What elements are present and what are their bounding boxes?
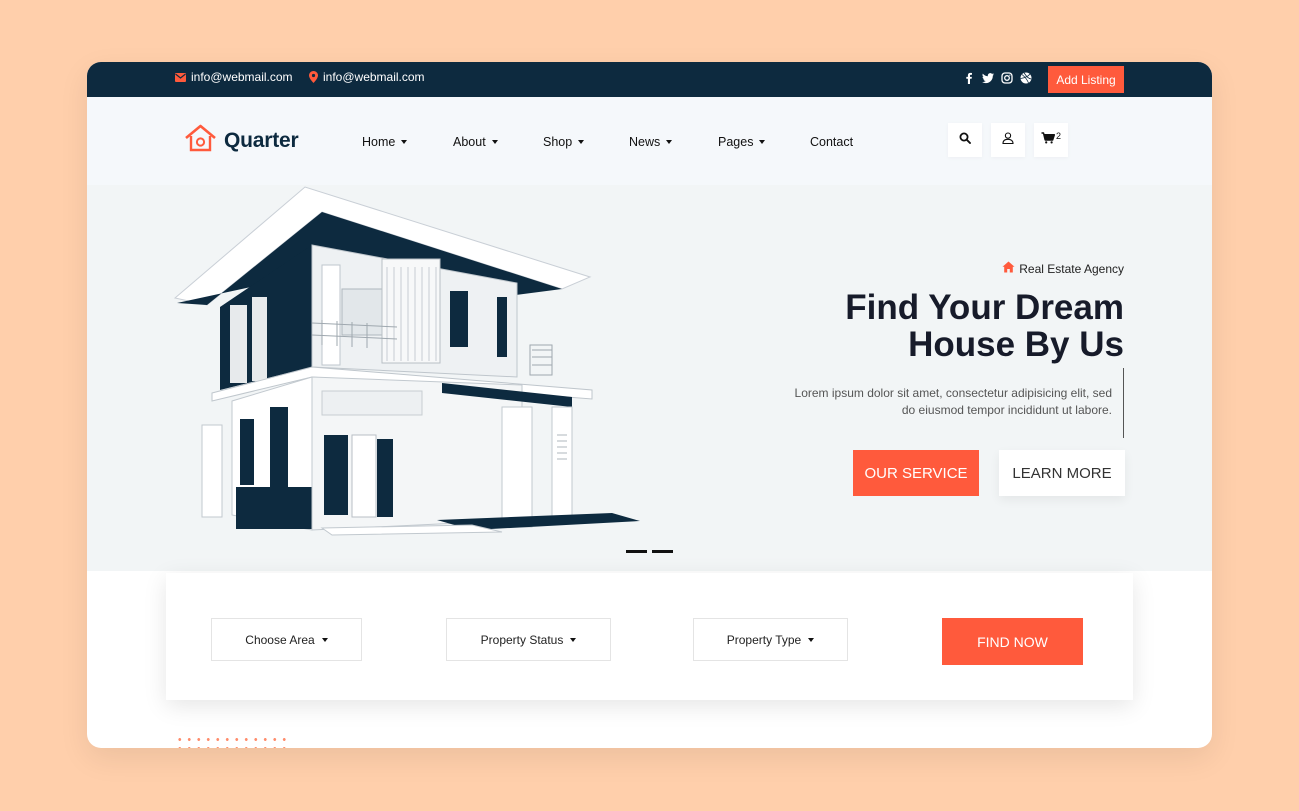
home-icon — [1002, 261, 1015, 276]
map-pin-icon — [309, 71, 318, 83]
our-service-button[interactable]: OUR SERVICE — [853, 450, 979, 496]
select-label: Choose Area — [245, 632, 315, 647]
tagline: Real Estate Agency — [1002, 261, 1124, 276]
hero-title: Find Your Dream House By Us — [724, 289, 1124, 363]
main-header: Quarter Home About Shop News Pages Conta… — [87, 97, 1212, 185]
nav-label: About — [453, 135, 486, 149]
hero-title-line-2: House By Us — [908, 325, 1124, 364]
caret-down-icon — [666, 140, 673, 144]
email-contact-1[interactable]: info@webmail.com — [175, 70, 293, 84]
dribbble-icon[interactable] — [1020, 72, 1032, 84]
slider-indicator-1[interactable] — [626, 550, 647, 553]
nav-item-about[interactable]: About — [453, 135, 498, 149]
caret-down-icon — [578, 140, 585, 144]
cart-count-badge: 2 — [1055, 131, 1061, 141]
choose-area-select[interactable]: Choose Area — [211, 618, 362, 661]
tagline-text: Real Estate Agency — [1019, 261, 1124, 276]
email-text: info@webmail.com — [191, 70, 293, 84]
email-text: info@webmail.com — [323, 70, 425, 84]
nav-item-shop[interactable]: Shop — [543, 135, 585, 149]
nav-label: Contact — [810, 135, 854, 149]
instagram-icon[interactable] — [1001, 72, 1013, 84]
facebook-icon[interactable] — [963, 72, 975, 84]
find-now-button[interactable]: FIND NOW — [942, 618, 1083, 665]
nav-item-contact[interactable]: Contact — [810, 135, 853, 149]
twitter-icon[interactable] — [982, 72, 994, 84]
add-listing-button[interactable]: Add Listing — [1048, 66, 1124, 93]
house-logo-icon — [184, 124, 217, 157]
search-button[interactable] — [948, 123, 982, 157]
caret-down-icon — [491, 140, 498, 144]
cart-icon — [1041, 131, 1056, 149]
search-icon — [959, 131, 971, 149]
nav-label: Home — [362, 135, 396, 149]
top-bar: info@webmail.com info@webmail.com Add Li… — [87, 62, 1212, 97]
property-status-select[interactable]: Property Status — [446, 618, 611, 661]
account-button[interactable] — [991, 123, 1025, 157]
nav-label: News — [629, 135, 661, 149]
slider-indicator-2[interactable] — [652, 550, 673, 553]
description-divider — [1123, 368, 1124, 438]
nav-item-news[interactable]: News — [629, 135, 673, 149]
property-type-select[interactable]: Property Type — [693, 618, 848, 661]
hero-section: Real Estate Agency Find Your Dream House… — [87, 185, 1212, 571]
nav-item-pages[interactable]: Pages — [718, 135, 766, 149]
logo[interactable]: Quarter — [184, 124, 299, 157]
social-links — [963, 72, 1032, 84]
nav-label: Pages — [718, 135, 754, 149]
property-search-card: Choose Area Property Status Property Typ… — [166, 573, 1133, 700]
hero-description: Lorem ipsum dolor sit amet, consectetur … — [794, 386, 1112, 417]
cart-button[interactable]: 2 — [1034, 123, 1068, 157]
learn-more-button[interactable]: LEARN MORE — [999, 450, 1125, 496]
decorative-dot-pattern — [175, 735, 290, 748]
caret-down-icon — [570, 637, 577, 642]
house-illustration — [172, 185, 642, 545]
user-icon — [1002, 131, 1014, 149]
caret-down-icon — [401, 140, 408, 144]
browser-frame: info@webmail.com info@webmail.com Add Li… — [87, 62, 1212, 748]
envelope-icon — [175, 72, 186, 82]
caret-down-icon — [321, 637, 328, 642]
select-label: Property Type — [726, 632, 802, 647]
nav-item-home[interactable]: Home — [362, 135, 408, 149]
caret-down-icon — [759, 140, 766, 144]
logo-text: Quarter — [224, 128, 299, 152]
caret-down-icon — [808, 637, 815, 642]
email-contact-2[interactable]: info@webmail.com — [309, 70, 425, 84]
nav-label: Shop — [543, 135, 573, 149]
select-label: Property Status — [480, 632, 564, 647]
hero-title-line-1: Find Your Dream — [845, 288, 1124, 327]
